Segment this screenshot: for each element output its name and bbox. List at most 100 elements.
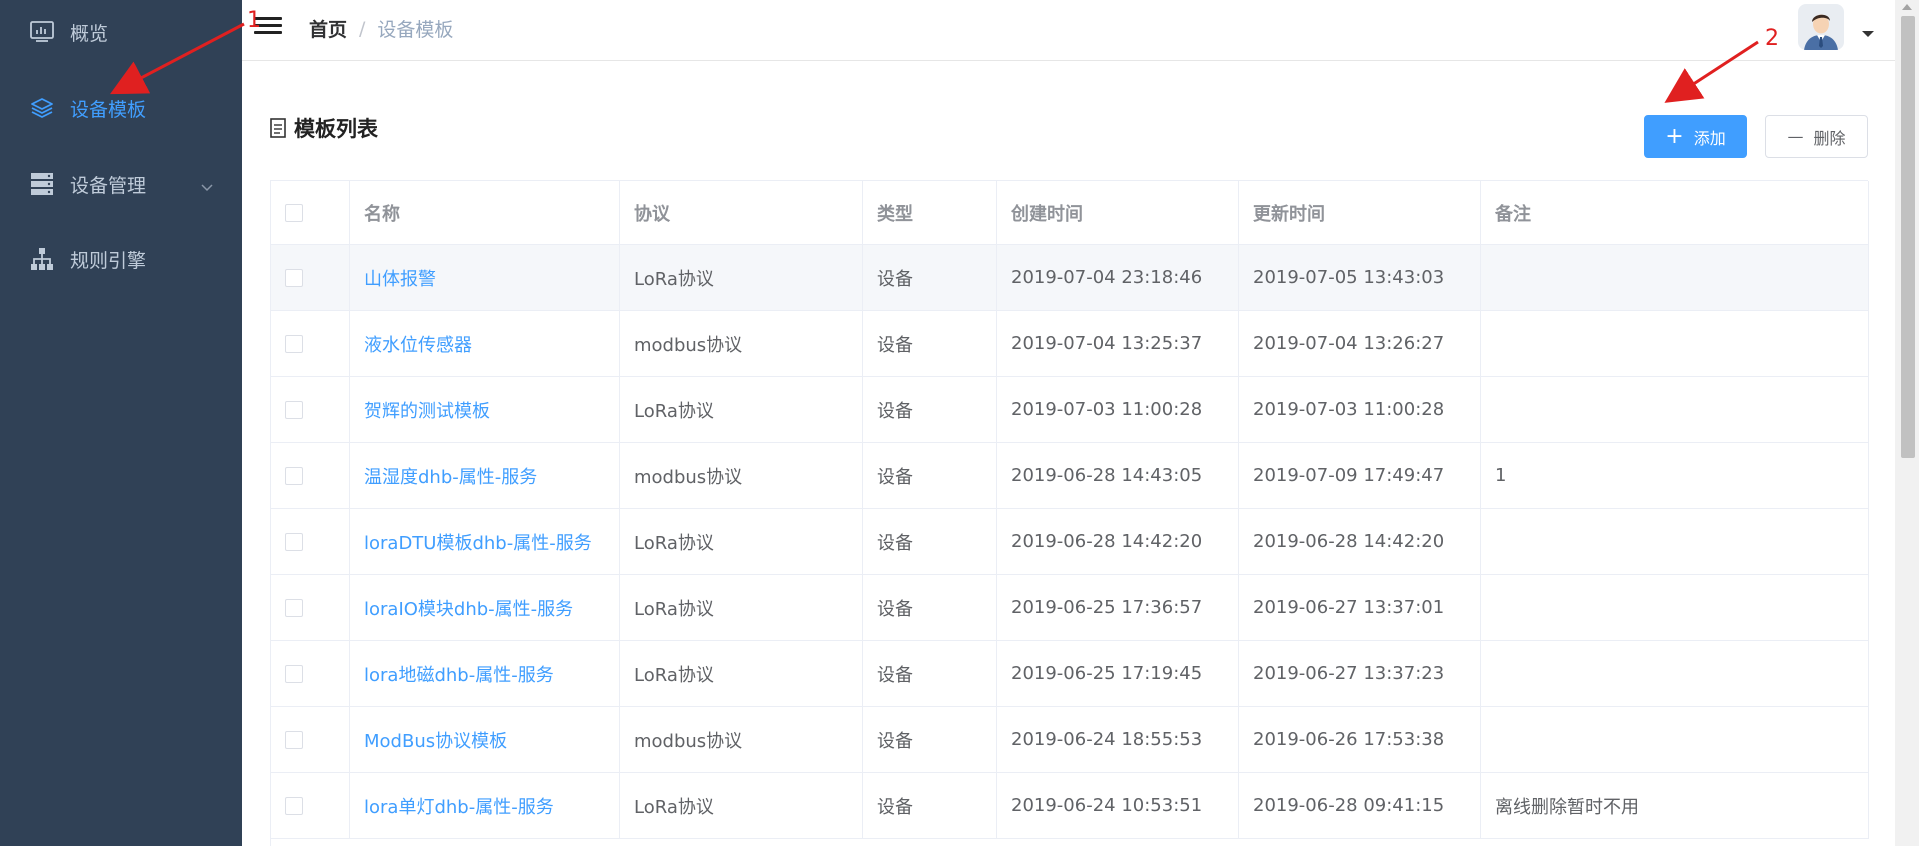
delete-button[interactable]: — 删除 [1765,115,1868,158]
template-name-link[interactable]: lora地磁dhb-属性-服务 [364,661,554,687]
sidebar-item-device-management[interactable]: 设备管理 [0,154,242,214]
name-cell: loraDTU模板dhb-属性-服务 [350,509,620,574]
remark-cell [1481,575,1869,640]
protocol-cell: modbus协议 [620,311,863,376]
remark-cell: 1 [1481,443,1869,508]
protocol-value: LoRa协议 [634,532,714,554]
updated-time-value: 2019-06-26 17:53:38 [1253,729,1445,750]
table-row[interactable]: 温湿度dhb-属性-服务 modbus协议 设备 2019-06-28 14:43:0… [271,443,1869,509]
name-cell: ModBus协议模板 [350,707,620,772]
table-row[interactable]: 山体报警 LoRa协议 设备 2019-07-04 23:18:46 2019-07-0… [271,245,1869,311]
row-checkbox[interactable] [285,796,303,815]
template-name-link[interactable]: loraDTU模板dhb-属性-服务 [364,529,592,555]
breadcrumb-home-link[interactable]: 首页 [309,15,347,42]
table-row[interactable]: loraDTU模板dhb-属性-服务 LoRa协议 设备 2019-06-28 14:… [271,509,1869,575]
created-time-value: 2019-07-04 23:18:46 [1011,267,1203,288]
updated-time-cell: 2019-07-03 11:00:28 [1239,377,1481,442]
name-cell: 山体报警 [350,245,620,310]
table-row[interactable]: lora地磁dhb-属性-服务 LoRa协议 设备 2019-06-25 17:19:… [271,641,1869,707]
remark-cell: 离线删除暂时不用 [1481,773,1869,838]
type-value: 设备 [877,598,913,620]
protocol-cell: LoRa协议 [620,377,863,442]
column-header-updated-time-column[interactable]: 更新时间 [1239,181,1481,244]
updated-time-cell: 2019-06-27 13:37:01 [1239,575,1481,640]
table-row[interactable]: 液水位传感器 modbus协议 设备 2019-07-04 13:25:37 2019-… [271,311,1869,377]
protocol-cell: LoRa协议 [620,641,863,706]
row-checkbox[interactable] [285,466,303,485]
type-value: 设备 [877,730,913,752]
row-checkbox[interactable] [285,664,303,683]
table-row[interactable]: 贺辉的测试模板 LoRa协议 设备 2019-07-03 11:00:28 2019-0… [271,377,1869,443]
template-name-link[interactable]: 贺辉的测试模板 [364,397,490,423]
row-checkbox-cell [271,509,350,574]
sitemap-icon [29,246,55,272]
created-time-cell: 2019-06-24 18:55:53 [997,707,1239,772]
template-name-link[interactable]: ModBus协议模板 [364,727,507,753]
row-checkbox[interactable] [285,730,303,749]
name-cell: lora地磁dhb-属性-服务 [350,641,620,706]
remark-cell [1481,641,1869,706]
sidebar-item-rule-engine[interactable]: 规则引擎 [0,229,242,289]
row-checkbox[interactable] [285,598,303,617]
server-icon [29,171,55,197]
protocol-cell: LoRa协议 [620,245,863,310]
type-cell: 设备 [863,509,997,574]
column-header-name-column[interactable]: 名称 [350,181,620,244]
created-time-value: 2019-06-28 14:42:20 [1011,531,1203,552]
name-cell: loraIO模块dhb-属性-服务 [350,575,620,640]
created-time-value: 2019-06-24 18:55:53 [1011,729,1203,750]
template-name-link[interactable]: 液水位传感器 [364,331,472,357]
caret-down-icon[interactable] [1862,31,1874,37]
name-cell: 贺辉的测试模板 [350,377,620,442]
panel-title-text: 模板列表 [294,117,378,141]
template-table: 名称 协议 类型 创建时间 更新时间 备注 山体报警 LoRa协议 设备 2019-07-04 2… [270,180,1869,846]
row-checkbox[interactable] [285,400,303,419]
add-button[interactable]: + 添加 [1644,115,1747,158]
protocol-value: modbus协议 [634,466,743,488]
updated-time-cell: 2019-06-28 09:41:15 [1239,773,1481,838]
column-header-remark-column[interactable]: 备注 [1481,181,1869,244]
sidebar-item-device-template[interactable]: 设备模板 [0,78,242,138]
created-time-value: 2019-07-03 11:00:28 [1011,399,1203,420]
type-cell: 设备 [863,773,997,838]
delete-button-label: 删除 [1813,128,1846,148]
type-value: 设备 [877,334,913,356]
minus-icon: — [1787,127,1804,146]
add-button-label: 添加 [1693,128,1726,148]
updated-time-value: 2019-06-28 09:41:15 [1253,795,1445,816]
protocol-value: LoRa协议 [634,664,714,686]
updated-time-value: 2019-07-09 17:49:47 [1253,465,1445,486]
table-row[interactable]: ModBus协议模板 modbus协议 设备 2019-06-24 18:55:53 2… [271,707,1869,773]
row-checkbox[interactable] [285,334,303,353]
sidebar-item-label: 设备模板 [70,98,147,121]
type-value: 设备 [877,796,913,818]
sidebar-item-overview[interactable]: 概览 [0,2,242,62]
updated-time-value: 2019-06-27 13:37:23 [1253,663,1445,684]
column-header-protocol-column[interactable]: 协议 [620,181,863,244]
template-name-link[interactable]: 温湿度dhb-属性-服务 [364,463,537,489]
scrollbar-thumb[interactable] [1901,16,1915,458]
table-row[interactable]: loraIO模块dhb-属性-服务 LoRa协议 设备 2019-06-25 17:3… [271,575,1869,641]
template-name-link[interactable]: 山体报警 [364,265,436,291]
breadcrumb-separator: / [359,17,366,40]
column-header-type-column[interactable]: 类型 [863,181,997,244]
top-navbar: 首页 / 设备模板 [242,0,1895,61]
user-avatar[interactable] [1798,4,1844,50]
select-all-checkbox[interactable] [285,203,303,222]
protocol-cell: LoRa协议 [620,773,863,838]
remark-cell [1481,509,1869,574]
row-checkbox[interactable] [285,532,303,551]
table-row[interactable]: lora单灯dhb-属性-服务 LoRa协议 设备 2019-06-24 10:53:… [271,773,1869,839]
row-checkbox[interactable] [285,268,303,287]
created-time-cell: 2019-06-28 14:43:05 [997,443,1239,508]
type-cell: 设备 [863,443,997,508]
type-value: 设备 [877,532,913,554]
template-name-link[interactable]: lora单灯dhb-属性-服务 [364,793,554,819]
remark-cell [1481,707,1869,772]
sidebar: 概览 设备模板 设备管理 规则引擎 [0,0,242,846]
updated-time-cell: 2019-07-04 13:26:27 [1239,311,1481,376]
scroll-up-arrow-icon[interactable] [1902,4,1912,10]
type-value: 设备 [877,664,913,686]
column-header-created-time-column[interactable]: 创建时间 [997,181,1239,244]
template-name-link[interactable]: loraIO模块dhb-属性-服务 [364,595,573,621]
